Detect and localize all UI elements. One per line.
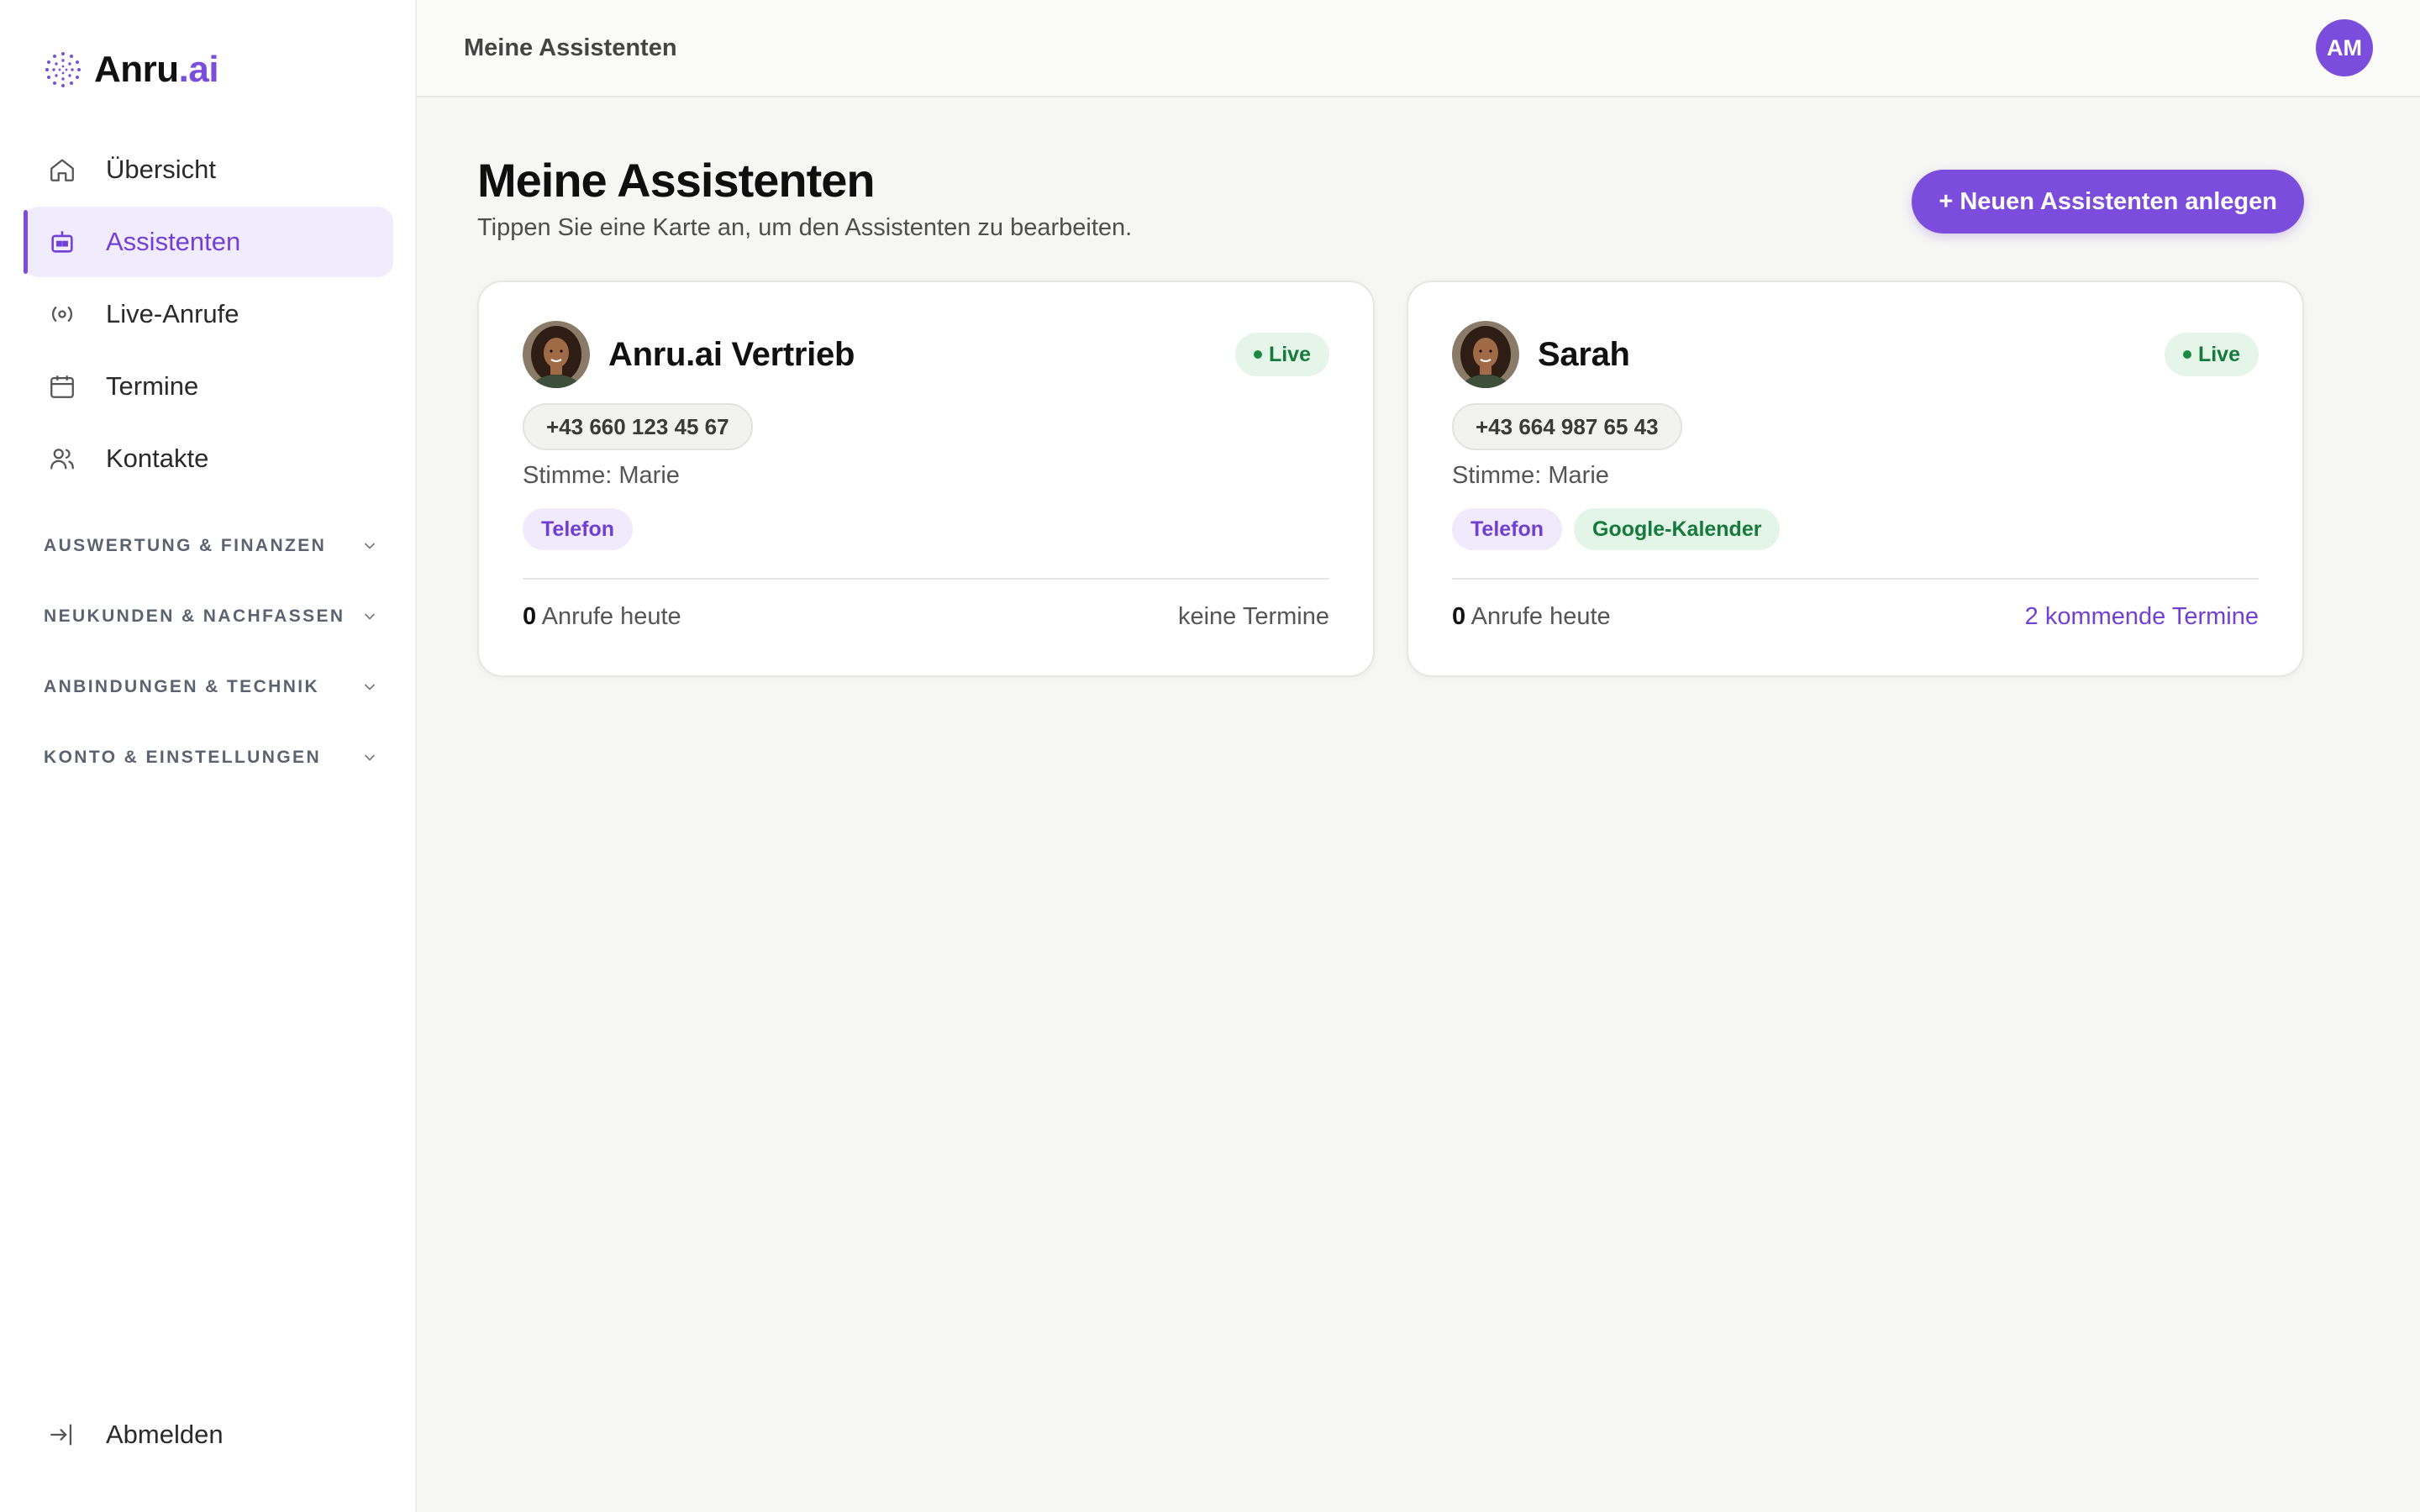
status-badge: Live xyxy=(1234,333,1329,376)
section-anbindungen-technik[interactable]: ANBINDUNGEN & TECHNIK xyxy=(44,652,378,722)
section-neukunden-nachfassen[interactable]: NEUKUNDEN & NACHFASSEN xyxy=(44,581,378,652)
assistant-avatar xyxy=(523,321,590,388)
section-label: ANBINDUNGEN & TECHNIK xyxy=(44,677,320,696)
section-auswertung-finanzen[interactable]: AUSWERTUNG & FINANZEN xyxy=(44,511,378,581)
users-icon xyxy=(45,442,79,475)
logout-label: Abmelden xyxy=(106,1420,224,1449)
sidebar-item-label: Kontakte xyxy=(106,444,209,473)
chevron-down-icon xyxy=(365,613,375,620)
main-area: Meine Assistenten AM Meine Assistenten T… xyxy=(417,0,2420,1512)
topbar: Meine Assistenten AM xyxy=(417,0,2420,97)
sidebar-item-kontakte[interactable]: Kontakte xyxy=(24,423,393,494)
voice-label: Stimme: Marie xyxy=(1452,462,1609,489)
content: Meine Assistenten Tippen Sie eine Karte … xyxy=(477,153,2304,677)
phone-number: +43 660 123 45 67 xyxy=(523,403,753,450)
assistant-name: Sarah xyxy=(1538,335,1630,373)
sidebar-item-termine[interactable]: Termine xyxy=(24,351,393,422)
sidebar-item-label: Assistenten xyxy=(106,227,241,256)
user-avatar[interactable]: AM xyxy=(2316,19,2373,76)
sidebar-item-live-anrufe[interactable]: Live-Anrufe xyxy=(24,279,393,349)
sidebar-item-assistenten[interactable]: Assistenten xyxy=(24,207,393,277)
status-dot-icon xyxy=(2182,350,2191,359)
voice-label: Stimme: Marie xyxy=(523,462,680,489)
page-subtitle: Tippen Sie eine Karte an, um den Assiste… xyxy=(477,214,1133,241)
section-label: AUSWERTUNG & FINANZEN xyxy=(44,536,327,555)
chevron-down-icon xyxy=(365,754,375,761)
sidebar-nav: Übersicht Assistenten Live-Anrufe Termin… xyxy=(24,134,393,496)
chevron-down-icon xyxy=(365,543,375,549)
calls-today: 0 Anrufe heute xyxy=(1452,603,1611,630)
divider xyxy=(523,578,1329,580)
new-assistant-button[interactable]: + Neuen Assistenten anlegen xyxy=(1912,170,2304,234)
divider xyxy=(1452,578,2259,580)
section-label: NEUKUNDEN & NACHFASSEN xyxy=(44,606,345,626)
sidebar-item-uebersicht[interactable]: Übersicht xyxy=(24,134,393,205)
sidebar-item-label: Termine xyxy=(106,371,199,401)
section-konto-einstellungen[interactable]: KONTO & EINSTELLUNGEN xyxy=(44,722,378,793)
sidebar-item-label: Übersicht xyxy=(106,155,216,184)
assistant-card[interactable]: Anru.ai Vertrieb Live +43 660 123 45 67 … xyxy=(477,281,1375,677)
card-footer: 0 Anrufe heute 2 kommende Termine xyxy=(1452,603,2259,631)
assistant-card[interactable]: Sarah Live +43 664 987 65 43 Stimme: Mar… xyxy=(1407,281,2304,677)
topbar-title: Meine Assistenten xyxy=(464,34,677,61)
logout-button[interactable]: Abmelden xyxy=(45,1418,224,1452)
broadcast-icon xyxy=(45,297,79,331)
calendar-icon xyxy=(45,370,79,403)
tag-list: Telefon xyxy=(523,508,1329,550)
tag-google-kalender: Google-Kalender xyxy=(1574,508,1781,550)
tag-telefon: Telefon xyxy=(1452,508,1563,550)
tag-telefon: Telefon xyxy=(523,508,634,550)
sidebar: Anru.ai Übersicht Assistenten Live-Anruf… xyxy=(0,0,417,1512)
chevron-down-icon xyxy=(365,684,375,690)
home-icon xyxy=(45,153,79,186)
section-label: KONTO & EINSTELLUNGEN xyxy=(44,748,322,767)
brand-logo[interactable]: Anru.ai xyxy=(42,49,219,91)
robot-icon xyxy=(45,225,79,259)
calls-today: 0 Anrufe heute xyxy=(523,603,681,630)
appointments-info: keine Termine xyxy=(1177,603,1329,630)
status-dot-icon xyxy=(1253,350,1262,359)
sidebar-item-label: Live-Anrufe xyxy=(106,299,239,328)
page-header: Meine Assistenten Tippen Sie eine Karte … xyxy=(477,153,2304,242)
phone-number: +43 664 987 65 43 xyxy=(1452,403,1682,450)
status-badge: Live xyxy=(2164,333,2259,376)
brand-name: Anru.ai xyxy=(94,49,219,90)
logo-dots-icon xyxy=(45,52,81,87)
page-title: Meine Assistenten xyxy=(477,154,876,207)
card-footer: 0 Anrufe heute keine Termine xyxy=(523,603,1329,631)
tag-list: Telefon Google-Kalender xyxy=(1452,508,2259,550)
assistant-name: Anru.ai Vertrieb xyxy=(608,335,855,373)
assistant-cards: Anru.ai Vertrieb Live +43 660 123 45 67 … xyxy=(477,281,2304,677)
logout-icon xyxy=(45,1418,79,1452)
assistant-avatar xyxy=(1452,321,1519,388)
sidebar-sections: AUSWERTUNG & FINANZEN NEUKUNDEN & NACHFA… xyxy=(44,511,378,793)
upcoming-appointments-link[interactable]: 2 kommende Termine xyxy=(2025,603,2259,631)
